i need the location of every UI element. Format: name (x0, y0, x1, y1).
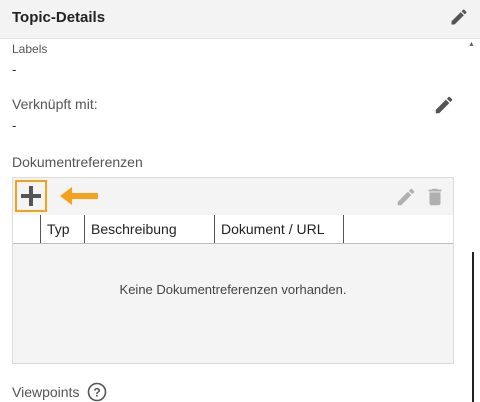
column-header-document-url[interactable]: Dokument / URL (214, 215, 344, 243)
viewpoints-help-button[interactable]: ? (87, 382, 107, 402)
delete-document-button[interactable] (424, 186, 446, 208)
pencil-icon (451, 9, 467, 25)
scroll-up-arrow[interactable]: ▲ (468, 41, 475, 48)
details-header: Topic-Details (0, 0, 480, 39)
scrollbar[interactable] (472, 252, 474, 402)
page-title: Topic-Details (12, 9, 106, 26)
pencil-icon (435, 96, 453, 114)
documents-table-header: Typ Beschreibung Dokument / URL (13, 215, 453, 244)
documents-label: Dokumentreferenzen (12, 154, 143, 170)
add-document-button[interactable] (15, 180, 47, 212)
edit-linked-button[interactable] (433, 94, 455, 116)
trash-icon (428, 188, 442, 206)
edit-topic-button[interactable] (449, 7, 469, 27)
linked-label: Verknüpft mit: (12, 96, 98, 112)
edit-document-button[interactable] (395, 186, 417, 208)
empty-table-message: Keine Dokumentreferenzen vorhanden. (119, 282, 347, 297)
column-header-type[interactable]: Typ (40, 215, 84, 243)
plus-icon (21, 186, 41, 206)
arrow-left-icon (60, 187, 98, 205)
labels-label: Labels (12, 42, 48, 56)
svg-text:?: ? (93, 386, 100, 400)
pencil-icon (397, 188, 415, 206)
help-circle-icon: ? (87, 382, 107, 402)
viewpoints-label: Viewpoints (12, 384, 80, 400)
labels-value: - (12, 62, 17, 77)
column-header-description[interactable]: Beschreibung (84, 215, 214, 243)
linked-value: - (12, 118, 17, 133)
